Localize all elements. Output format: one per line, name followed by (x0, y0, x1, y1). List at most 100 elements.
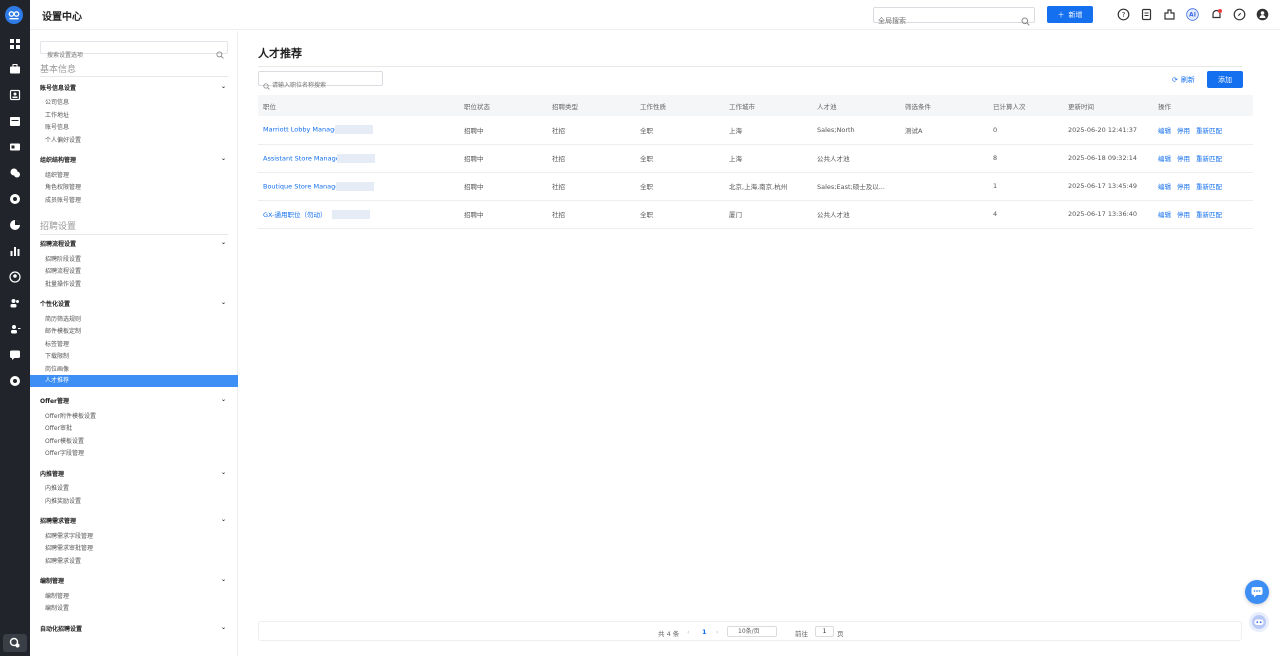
page-number[interactable]: 1 (702, 628, 707, 636)
person-circle-icon[interactable] (9, 271, 21, 283)
disable-link[interactable]: 停用 (1177, 155, 1190, 163)
sidebar-item-offer-approval[interactable]: Offer审批 (45, 423, 72, 432)
refresh-button[interactable]: ⟳ 刷新 (1172, 75, 1195, 85)
sidebar-item-headcount-settings[interactable]: 编制设置 (45, 603, 69, 612)
user-icon[interactable] (1256, 8, 1269, 21)
sidebar-item-referral-rewards[interactable]: 内推奖励设置 (45, 496, 81, 505)
document-icon[interactable] (1140, 8, 1153, 21)
column-header: 工作性质 (635, 95, 724, 116)
sidebar-item-tags[interactable]: 标签管理 (45, 339, 69, 348)
group-account-settings[interactable]: 账号信息设置 ⌄ (40, 83, 226, 92)
edit-link[interactable]: 编辑 (1158, 155, 1171, 163)
sidebar-item-flow-settings[interactable]: 招聘流程设置 (45, 266, 81, 275)
disable-link[interactable]: 停用 (1177, 211, 1190, 219)
message-icon[interactable] (9, 349, 21, 361)
group-referral[interactable]: 内推管理 ⌄ (40, 469, 226, 478)
disable-link[interactable]: 停用 (1177, 127, 1190, 135)
job-link[interactable]: GX-通用职位（勿动） (263, 211, 327, 219)
sidebar-search[interactable] (40, 41, 228, 61)
user-add-icon[interactable] (9, 323, 21, 335)
job-link[interactable]: Boutique Store Manage (263, 182, 339, 190)
next-page-icon[interactable]: › (716, 628, 719, 636)
goto-page-input[interactable]: 1 (815, 626, 834, 637)
sidebar-item-offer-templates[interactable]: Offer模板设置 (45, 436, 84, 445)
sidebar-item-referral-settings[interactable]: 内推设置 (45, 483, 69, 492)
cell-status: 招聘中 (459, 144, 547, 173)
sidebar-item-stage-settings[interactable]: 招聘阶段设置 (45, 254, 81, 263)
sidebar-item-talent-recommend[interactable]: 人才推荐 (30, 375, 238, 387)
group-automation[interactable]: 自动化招聘设置 ⌄ (40, 624, 226, 633)
settings-sidebar: 基本信息 账号信息设置⌄ 公司信息 工作地址 账号信息 个人偏好设置 组织结构管… (30, 31, 238, 656)
sidebar-item-offer-attachments[interactable]: Offer附件模板设置 (45, 411, 96, 420)
ai-icon[interactable]: AI (1186, 8, 1199, 21)
help-icon[interactable]: ? (1117, 8, 1130, 21)
group-offer[interactable]: Offer管理 ⌄ (40, 396, 226, 405)
assistant-bot-button[interactable] (1249, 612, 1269, 632)
sidebar-item-job-profile[interactable]: 岗位画像 (45, 364, 69, 373)
sidebar-item-resume-rules[interactable]: 简历筛选规则 (45, 314, 81, 323)
briefcase-icon[interactable] (9, 63, 21, 75)
disable-link[interactable]: 停用 (1177, 183, 1190, 191)
job-link[interactable]: Assistant Store Manage (263, 154, 340, 162)
global-search-input[interactable] (874, 14, 1014, 28)
plugin-icon[interactable] (1163, 8, 1176, 21)
rematch-link[interactable]: 重新匹配 (1196, 155, 1222, 163)
sidebar-search-input[interactable] (41, 50, 211, 61)
job-link[interactable]: Marriott Lobby Manage (263, 126, 338, 134)
cell-nature: 全职 (635, 144, 724, 173)
group-headcount[interactable]: 编制管理 ⌄ (40, 576, 226, 585)
app-logo[interactable] (5, 6, 23, 24)
new-button[interactable]: ＋ 新增 (1047, 6, 1093, 23)
id-card-icon[interactable] (9, 141, 21, 153)
chat-support-button[interactable] (1245, 580, 1269, 604)
edit-link[interactable]: 编辑 (1158, 211, 1171, 219)
compass-icon[interactable] (1233, 8, 1246, 21)
group-recruitment-flow[interactable]: 招聘流程设置 ⌄ (40, 239, 226, 248)
prev-page-icon[interactable]: ‹ (687, 628, 690, 636)
sidebar-item-batch-settings[interactable]: 批量操作设置 (45, 279, 81, 288)
group-org-structure[interactable]: 组织结构管理 ⌄ (40, 155, 226, 164)
settings-circle-icon[interactable] (9, 375, 21, 387)
group-recruitment-demand[interactable]: 招聘需求管理 ⌄ (40, 516, 226, 525)
job-search-input[interactable] (259, 79, 369, 92)
page-size-select[interactable]: 10条/页 (727, 626, 777, 637)
settings-active-icon[interactable] (3, 634, 27, 652)
rematch-link[interactable]: 重新匹配 (1196, 183, 1222, 191)
global-search[interactable] (873, 7, 1035, 28)
sidebar-item-download-limits[interactable]: 下载限制 (45, 351, 69, 360)
sidebar-item-demand-settings[interactable]: 招聘需求设置 (45, 556, 81, 565)
star-icon[interactable] (9, 193, 21, 205)
sidebar-item-offer-fields[interactable]: Offer字段管理 (45, 448, 84, 457)
rematch-link[interactable]: 重新匹配 (1196, 211, 1222, 219)
bar-chart-icon[interactable] (9, 245, 21, 257)
sidebar-item-demand-fields[interactable]: 招聘需求字段管理 (45, 531, 93, 540)
rematch-link[interactable]: 重新匹配 (1196, 127, 1222, 135)
sidebar-item-member-accounts[interactable]: 成员账号管理 (45, 195, 81, 204)
sidebar-item-company-info[interactable]: 公司信息 (45, 97, 69, 106)
pagination: 共 4 条 ‹ 1 › 10条/页 前往 1 页 (258, 621, 1242, 641)
sidebar-item-org-management[interactable]: 组织管理 (45, 170, 69, 179)
calendar-icon[interactable] (9, 115, 21, 127)
sidebar-item-email-templates[interactable]: 邮件模板定制 (45, 326, 81, 335)
sidebar-item-preferences[interactable]: 个人偏好设置 (45, 135, 81, 144)
notification-icon[interactable] (1210, 8, 1223, 21)
column-header: 招聘类型 (547, 95, 635, 116)
dashboard-icon[interactable] (9, 38, 21, 50)
column-header: 职位状态 (459, 95, 547, 116)
edit-link[interactable]: 编辑 (1158, 183, 1171, 191)
sidebar-item-account-info[interactable]: 账号信息 (45, 122, 69, 131)
add-button[interactable]: 添加 (1207, 71, 1243, 88)
sidebar-item-headcount-management[interactable]: 编制管理 (45, 591, 69, 600)
page-title: 人才推荐 (258, 47, 302, 60)
sidebar-item-demand-approval[interactable]: 招聘需求审批管理 (45, 543, 93, 552)
pie-chart-icon[interactable] (9, 219, 21, 231)
team-icon[interactable] (9, 297, 21, 309)
contacts-icon[interactable] (9, 89, 21, 101)
job-search[interactable] (258, 71, 383, 92)
search-icon (1021, 11, 1030, 30)
chat-icon[interactable] (9, 167, 21, 179)
sidebar-item-work-address[interactable]: 工作地址 (45, 110, 69, 119)
sidebar-item-role-permissions[interactable]: 角色权限管理 (45, 182, 81, 191)
edit-link[interactable]: 编辑 (1158, 127, 1171, 135)
group-personalization[interactable]: 个性化设置 ⌄ (40, 299, 226, 308)
